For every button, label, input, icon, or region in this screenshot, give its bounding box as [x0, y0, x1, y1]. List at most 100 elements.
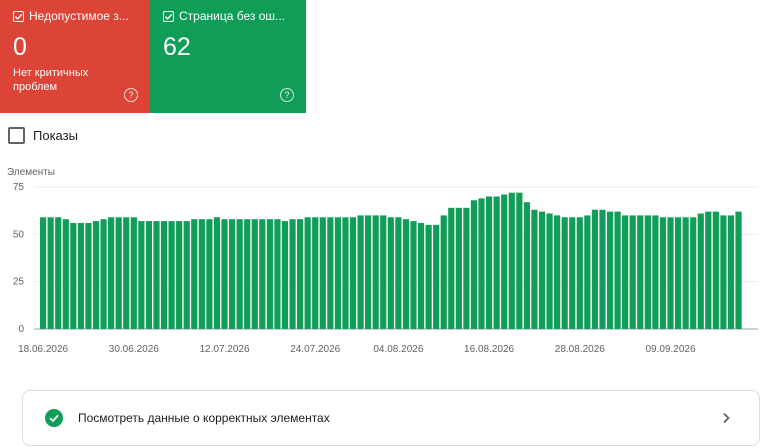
- chart-bar[interactable]: [652, 215, 659, 329]
- chart-bar[interactable]: [372, 215, 379, 329]
- chart-bar[interactable]: [168, 221, 175, 329]
- chart-bar[interactable]: [644, 215, 651, 329]
- chart-bar[interactable]: [538, 211, 546, 329]
- impressions-toggle[interactable]: Показы: [8, 127, 78, 144]
- chart-bar[interactable]: [531, 209, 538, 329]
- chart-bar[interactable]: [334, 217, 342, 329]
- help-icon[interactable]: ?: [124, 88, 138, 102]
- chart-bar[interactable]: [674, 217, 682, 329]
- checkbox-checked-icon[interactable]: [13, 10, 24, 22]
- chart-bar[interactable]: [183, 221, 190, 329]
- chart-bar[interactable]: [327, 217, 334, 329]
- chart-bar[interactable]: [289, 219, 296, 329]
- chart-bar[interactable]: [138, 221, 145, 329]
- chart-bar[interactable]: [727, 215, 735, 329]
- chart-bar[interactable]: [145, 221, 153, 329]
- chart-bar[interactable]: [478, 198, 485, 329]
- chart-bar[interactable]: [236, 219, 243, 329]
- chart-bar[interactable]: [493, 196, 500, 329]
- view-valid-items-row[interactable]: Посмотреть данные о корректных элементах: [22, 390, 760, 446]
- chart-bar[interactable]: [160, 221, 168, 329]
- chart-bar[interactable]: [455, 207, 462, 329]
- chart-bar[interactable]: [251, 219, 258, 329]
- chart-bar[interactable]: [85, 222, 92, 329]
- chart-bar[interactable]: [213, 217, 221, 329]
- chart-bar[interactable]: [470, 200, 478, 329]
- chart-bar[interactable]: [130, 217, 137, 329]
- chart-bar[interactable]: [77, 222, 84, 329]
- chart-bar[interactable]: [433, 224, 440, 329]
- chart-bar[interactable]: [153, 221, 160, 329]
- chart-bar[interactable]: [55, 217, 62, 329]
- chart-bar[interactable]: [463, 207, 470, 329]
- chart-bar[interactable]: [659, 217, 667, 329]
- chart-bar[interactable]: [92, 221, 100, 329]
- chart-bar[interactable]: [501, 194, 508, 329]
- chart-bar[interactable]: [440, 215, 447, 329]
- chart-bar[interactable]: [410, 221, 417, 329]
- chart-bar[interactable]: [198, 219, 205, 329]
- chart-bar[interactable]: [70, 222, 77, 329]
- chart-bar[interactable]: [206, 219, 213, 329]
- chart-bar[interactable]: [697, 213, 704, 329]
- chart-bar[interactable]: [108, 217, 115, 329]
- chart-bar[interactable]: [637, 215, 644, 329]
- chart-bar[interactable]: [40, 217, 47, 329]
- help-icon[interactable]: ?: [280, 88, 294, 102]
- chart-bar[interactable]: [228, 219, 236, 329]
- chart-bar[interactable]: [485, 196, 493, 329]
- chart-bar[interactable]: [599, 209, 606, 329]
- chart-bar[interactable]: [622, 215, 629, 329]
- chart-bar[interactable]: [667, 217, 674, 329]
- chart-bar[interactable]: [47, 217, 54, 329]
- chart-bar[interactable]: [508, 192, 515, 329]
- chart-bar[interactable]: [176, 221, 183, 329]
- chart-bar[interactable]: [629, 215, 636, 329]
- chart-bar[interactable]: [62, 219, 69, 329]
- chart-bar[interactable]: [735, 211, 742, 329]
- chart-bar[interactable]: [682, 217, 689, 329]
- chart-bar[interactable]: [712, 211, 719, 329]
- chart-bar[interactable]: [690, 217, 697, 329]
- chart-bar[interactable]: [380, 215, 387, 329]
- chart-bar[interactable]: [720, 215, 727, 329]
- chart-bar[interactable]: [569, 217, 576, 329]
- chart-bar[interactable]: [304, 217, 311, 329]
- chart-bar[interactable]: [591, 209, 599, 329]
- chart-bar[interactable]: [123, 217, 130, 329]
- chart-bar[interactable]: [546, 213, 553, 329]
- chart-bar[interactable]: [561, 217, 568, 329]
- chart-bar[interactable]: [523, 202, 530, 329]
- chart-bar[interactable]: [342, 217, 349, 329]
- chart-bar[interactable]: [281, 221, 289, 329]
- chart-bar[interactable]: [516, 192, 523, 329]
- chart-bar[interactable]: [357, 215, 364, 329]
- checkbox-checked-icon[interactable]: [163, 10, 174, 22]
- valid-items-card[interactable]: Страница без ош... 62 ?: [150, 0, 306, 113]
- chart-bar[interactable]: [554, 215, 561, 329]
- chart-bar[interactable]: [606, 211, 614, 329]
- chart-bar[interactable]: [425, 224, 432, 329]
- chart-bar[interactable]: [448, 207, 455, 329]
- chart-bar[interactable]: [417, 222, 425, 329]
- chart-bar[interactable]: [705, 211, 712, 329]
- chart-bar[interactable]: [266, 219, 273, 329]
- checkbox-unchecked-icon[interactable]: [8, 127, 25, 144]
- invalid-items-card[interactable]: Недопустимое з... 0 Нет критичных пробле…: [0, 0, 150, 113]
- chart-bar[interactable]: [274, 219, 281, 329]
- chart-bar[interactable]: [100, 219, 107, 329]
- chart-bar[interactable]: [584, 215, 591, 329]
- chart-bar[interactable]: [576, 217, 583, 329]
- chart-bar[interactable]: [259, 219, 266, 329]
- chart-bar[interactable]: [221, 219, 228, 329]
- chart-bar[interactable]: [312, 217, 319, 329]
- chart-bar[interactable]: [244, 219, 251, 329]
- chart-bar[interactable]: [297, 219, 304, 329]
- chart-bar[interactable]: [319, 217, 326, 329]
- chart-bar[interactable]: [387, 217, 394, 329]
- chevron-right-icon[interactable]: [719, 411, 733, 425]
- chart-bar[interactable]: [402, 219, 410, 329]
- chart-bar[interactable]: [115, 217, 122, 329]
- chart-bar[interactable]: [614, 211, 621, 329]
- chart-bar[interactable]: [395, 217, 402, 329]
